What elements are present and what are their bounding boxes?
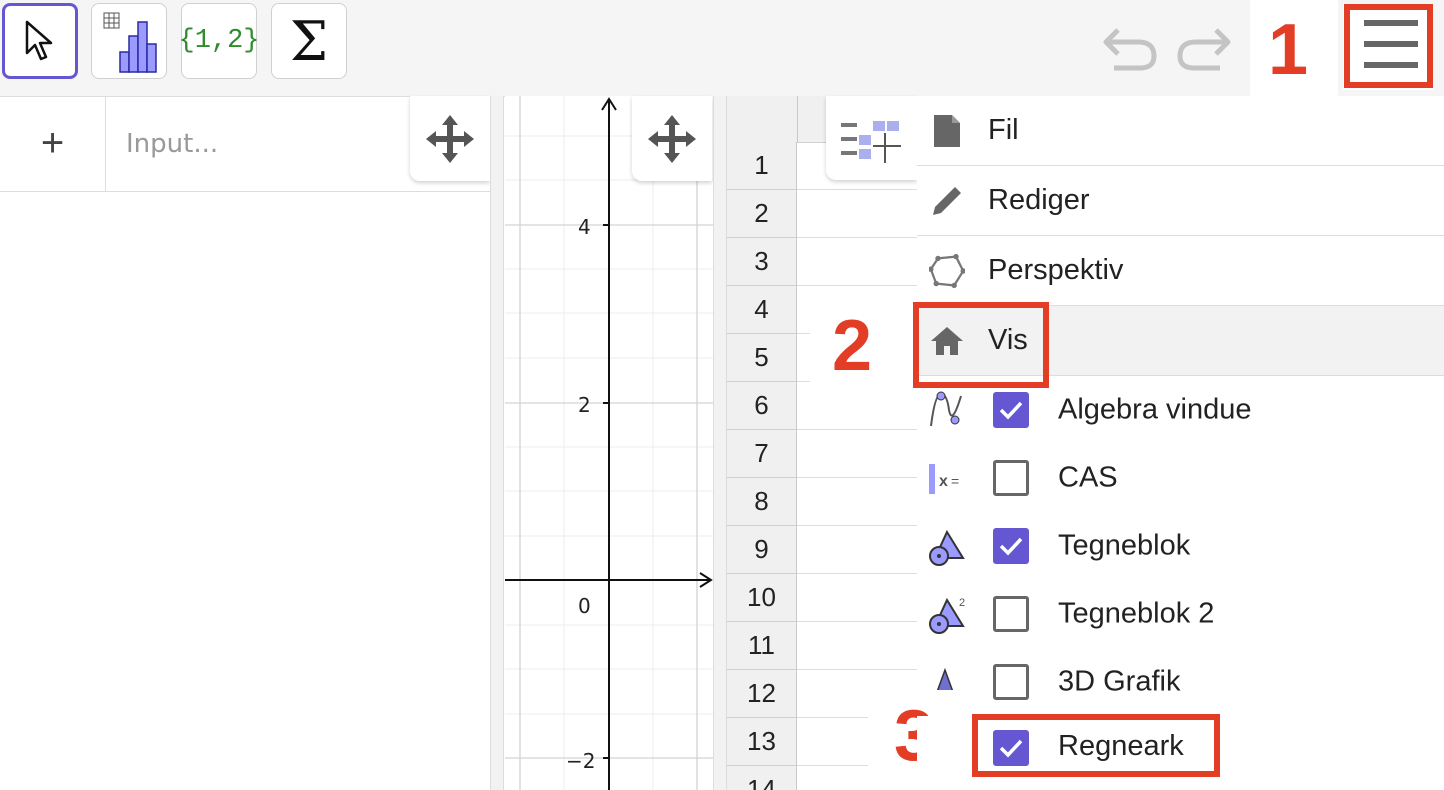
row-header-13[interactable]: 13: [727, 718, 797, 766]
pencil-icon: [929, 183, 965, 219]
y-tick-0: 0: [578, 594, 591, 618]
y-tick-2: 2: [578, 393, 591, 417]
undo-icon[interactable]: [1100, 22, 1160, 72]
graphics-view[interactable]: [505, 96, 713, 790]
plus-icon: +: [40, 121, 65, 165]
view-option-label: Algebra vindue: [1058, 393, 1252, 426]
spreadsheet-rows: 1 2 3 4 5 6 7 8 9 10 11 12 13 14: [727, 96, 917, 790]
y-tick-neg2: −2: [566, 749, 596, 773]
menu-item-perspectives[interactable]: Perspektiv: [917, 236, 1444, 306]
view-option-label: Tegneblok: [1058, 529, 1191, 562]
svg-text:x: x: [939, 473, 948, 490]
menu-item-file[interactable]: Fil: [917, 96, 1444, 166]
cas-icon: x =: [929, 464, 959, 494]
sheet-cell[interactable]: [797, 574, 917, 622]
algebra-input[interactable]: [106, 96, 406, 191]
cursor-arrow-icon: [25, 20, 53, 61]
checkbox-checked[interactable]: [993, 528, 1029, 564]
checkbox-unchecked[interactable]: [993, 460, 1029, 496]
row-header-10[interactable]: 10: [727, 574, 797, 622]
add-input-button[interactable]: +: [0, 96, 106, 191]
y-tick-4: 4: [578, 215, 591, 239]
redo-icon[interactable]: [1174, 22, 1234, 72]
checkmark-icon: [999, 401, 1023, 420]
sum-tool-label: Σ: [289, 9, 329, 73]
list-tool-label: {1,2}: [178, 26, 260, 56]
sheet-cell[interactable]: [797, 382, 917, 430]
row-header-7[interactable]: 7: [727, 430, 797, 478]
menu-item-edit[interactable]: Rediger: [917, 166, 1444, 236]
algebra-view-icon: [930, 391, 962, 427]
move-tool-button[interactable]: [2, 3, 78, 79]
spreadsheet-option-highlight: [972, 714, 1220, 777]
main-menu: Fil Rediger Perspektiv Vis Algebra vindu…: [917, 96, 1444, 790]
row-header-2[interactable]: 2: [727, 190, 797, 238]
view-option-label: Tegneblok 2: [1058, 597, 1215, 630]
move-arrows-icon: [648, 114, 696, 163]
histogram-icon: [103, 12, 157, 73]
list-tool-button[interactable]: {1,2}: [178, 3, 260, 79]
algebra-graphics-divider[interactable]: [490, 96, 504, 790]
graphics-spreadsheet-divider[interactable]: [713, 96, 727, 790]
view-option-graphics-2[interactable]: 2 Tegneblok 2: [917, 580, 1444, 648]
view-option-3d-graphics[interactable]: 3D Grafik: [917, 648, 1444, 716]
row-header-8[interactable]: 8: [727, 478, 797, 526]
row-header-12[interactable]: 12: [727, 670, 797, 718]
checkmark-icon: [999, 537, 1023, 556]
algebra-move-view-button[interactable]: [410, 96, 490, 181]
row-header-14[interactable]: 14: [727, 766, 797, 790]
view-option-label: CAS: [1058, 461, 1118, 494]
sheet-cell[interactable]: [797, 526, 917, 574]
graphics-2-icon: 2: [929, 597, 965, 634]
graphics-icon: [929, 529, 965, 566]
perspective-icon: [929, 253, 965, 289]
file-icon: [929, 113, 965, 149]
sheet-cell[interactable]: [797, 238, 917, 286]
statistics-tool-button[interactable]: [91, 3, 167, 79]
checkbox-unchecked[interactable]: [993, 664, 1029, 700]
graphics-grid: [505, 96, 713, 790]
menu-item-label: Rediger: [988, 184, 1090, 216]
sheet-cell[interactable]: [797, 190, 917, 238]
spreadsheet-style-bar-button[interactable]: [826, 96, 917, 180]
row-header-11[interactable]: 11: [727, 622, 797, 670]
spreadsheet-toggle-icon: [840, 121, 901, 163]
svg-text:=: =: [951, 473, 959, 489]
view-option-graphics[interactable]: Tegneblok: [917, 512, 1444, 580]
view-option-cas[interactable]: x = CAS: [917, 444, 1444, 512]
move-arrows-icon: [426, 114, 474, 163]
view-option-label: 3D Grafik: [1058, 665, 1181, 698]
sheet-cell[interactable]: [797, 478, 917, 526]
view-menu-highlight: [913, 302, 1049, 388]
row-header-3[interactable]: 3: [727, 238, 797, 286]
step-2-label: 2: [832, 306, 873, 386]
svg-text:2: 2: [959, 597, 965, 609]
row-header-1[interactable]: 1: [727, 142, 797, 190]
menu-item-label: Fil: [988, 114, 1019, 146]
sheet-cell[interactable]: [797, 430, 917, 478]
row-header-5[interactable]: 5: [727, 334, 797, 382]
checkbox-checked[interactable]: [993, 392, 1029, 428]
step-1-label: 1: [1268, 10, 1309, 90]
menu-item-label: Perspektiv: [988, 254, 1124, 286]
sheet-cell[interactable]: [797, 622, 917, 670]
hamburger-menu-icon[interactable]: [1362, 16, 1420, 74]
row-header-9[interactable]: 9: [727, 526, 797, 574]
checkbox-unchecked[interactable]: [993, 596, 1029, 632]
row-header-6[interactable]: 6: [727, 382, 797, 430]
row-header-4[interactable]: 4: [727, 286, 797, 334]
graphics-move-view-button[interactable]: [632, 96, 712, 181]
sum-tool-button[interactable]: Σ: [271, 3, 347, 79]
